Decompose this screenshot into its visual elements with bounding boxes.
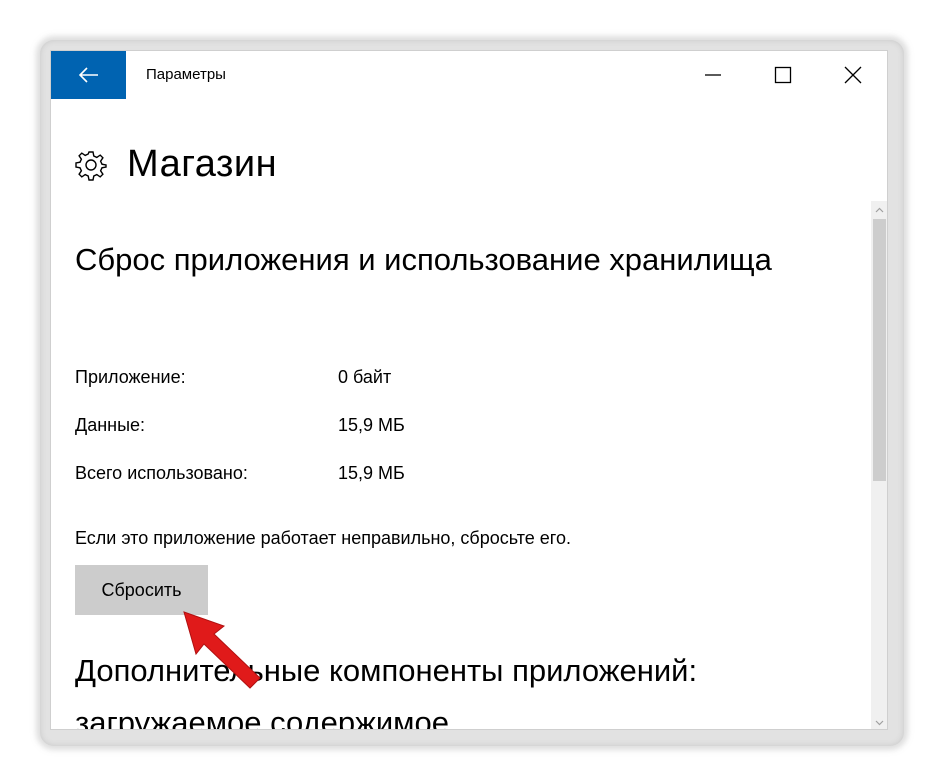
storage-value: 15,9 МБ	[338, 415, 405, 435]
maximize-icon	[774, 66, 792, 84]
minimize-icon	[705, 74, 721, 76]
arrow-left-icon	[78, 67, 98, 83]
annotation-arrow-icon	[183, 611, 261, 689]
storage-value: 15,9 МБ	[338, 463, 405, 483]
scroll-down-button[interactable]	[871, 714, 887, 729]
chevron-up-icon	[875, 207, 884, 212]
storage-row-total: Всего использовано: 15,9 МБ	[75, 463, 405, 484]
reset-section-title: Сброс приложения и использование хранили…	[75, 242, 772, 277]
chevron-down-icon	[875, 720, 884, 725]
reset-hint: Если это приложение работает неправильно…	[75, 528, 571, 548]
scroll-up-button[interactable]	[871, 201, 887, 218]
gear-icon	[75, 150, 107, 181]
page-header: Магазин	[75, 143, 277, 186]
storage-label: Всего использовано:	[75, 463, 248, 483]
storage-label: Данные:	[75, 415, 146, 435]
storage-label: Приложение:	[75, 367, 186, 387]
window-title: Параметры	[146, 66, 226, 83]
page-title: Магазин	[127, 143, 278, 185]
storage-value: 0 байт	[338, 367, 392, 387]
scroll-thumb[interactable]	[873, 219, 886, 481]
storage-row-data: Данные: 15,9 МБ	[75, 415, 405, 436]
storage-row-app: Приложение: 0 байт	[75, 367, 391, 388]
back-button[interactable]	[51, 51, 126, 99]
maximize-button[interactable]	[753, 51, 813, 99]
vertical-scrollbar[interactable]	[871, 201, 887, 729]
settings-window: Параметры Магазин Сброс приложения и исп…	[50, 50, 888, 730]
close-button[interactable]	[823, 51, 883, 99]
close-icon	[844, 66, 862, 84]
minimize-button[interactable]	[683, 51, 743, 99]
title-bar: Параметры	[51, 51, 887, 99]
